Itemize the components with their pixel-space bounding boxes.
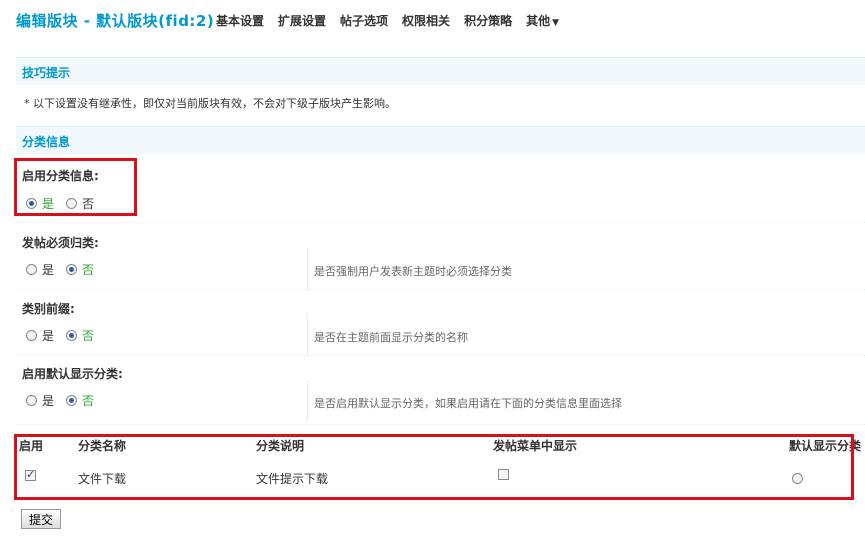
nav-other-menu[interactable]: 其他 ▼ — [526, 12, 559, 29]
table-header-show-in-menu: 发帖菜单中显示 — [493, 439, 578, 453]
nav-basic-settings[interactable]: 基本设置 — [216, 12, 264, 29]
nav-other-label: 其他 — [526, 14, 551, 28]
radio-label-no: 否 — [82, 197, 95, 211]
table-header-name: 分类名称 — [78, 439, 127, 453]
header: 编辑版块 - 默认版块(fid:2) 基本设置 扩展设置 帖子选项 权限相关 积… — [0, 0, 865, 40]
default-category-radio[interactable] — [792, 473, 803, 484]
setting-label-enable-category: 启用分类信息: — [22, 169, 99, 183]
row-divider — [16, 355, 865, 356]
radio-default-category-no[interactable] — [66, 395, 78, 406]
radio-group-require-category: 是 否 — [26, 261, 106, 278]
category-enabled-checkbox[interactable] — [25, 468, 36, 481]
radio-category-prefix-no[interactable] — [66, 330, 78, 341]
show-in-menu-checkbox[interactable] — [498, 469, 509, 480]
table-header-enabled: 启用 — [19, 439, 44, 453]
column-divider — [307, 249, 308, 289]
radio-group-default-category: 是 否 — [26, 392, 106, 409]
radio-group-category-prefix: 是 否 — [26, 327, 106, 344]
radio-enable-category-no[interactable] — [66, 198, 78, 209]
category-description-cell: 文件提示下载 — [256, 472, 329, 486]
row-divider — [16, 222, 865, 223]
tips-heading: 技巧提示 — [22, 66, 71, 80]
column-divider — [307, 315, 308, 355]
radio-category-prefix-yes[interactable] — [26, 330, 37, 341]
setting-desc-require-category: 是否强制用户发表新主题时必须选择分类 — [314, 265, 512, 278]
column-divider — [307, 381, 308, 421]
radio-require-category-yes[interactable] — [26, 264, 37, 275]
row-divider — [16, 424, 865, 425]
radio-enable-category-yes[interactable] — [26, 198, 37, 209]
category-name-cell: 文件下载 — [78, 472, 127, 486]
category-info-section-header: 分类信息 — [16, 126, 865, 154]
setting-desc-category-prefix: 是否在主题前面显示分类的名称 — [314, 331, 468, 344]
radio-label-no: 否 — [82, 329, 95, 343]
top-nav: 基本设置 扩展设置 帖子选项 权限相关 积分策略 其他 ▼ — [216, 12, 573, 29]
radio-label-no: 否 — [82, 394, 95, 408]
setting-label-category-prefix: 类别前缀: — [22, 302, 75, 316]
radio-default-category-yes[interactable] — [26, 395, 37, 406]
radio-label-no: 否 — [82, 263, 95, 277]
radio-require-category-no[interactable] — [66, 264, 78, 275]
radio-label-yes: 是 — [42, 329, 55, 343]
radio-label-yes: 是 — [42, 263, 55, 277]
caret-down-icon: ▼ — [552, 18, 560, 28]
table-header-default: 默认显示分类 — [789, 439, 862, 453]
radio-group-enable-category: 是 否 — [26, 195, 106, 212]
radio-label-yes: 是 — [42, 197, 55, 211]
nav-post-options[interactable]: 帖子选项 — [340, 12, 388, 29]
submit-button[interactable]: 提交 — [21, 509, 62, 529]
category-info-heading: 分类信息 — [22, 135, 71, 149]
table-header-description: 分类说明 — [256, 439, 305, 453]
highlight-box-category-table — [14, 434, 854, 500]
nav-credit-policy[interactable]: 积分策略 — [464, 12, 512, 29]
radio-label-yes: 是 — [42, 394, 55, 408]
nav-extended-settings[interactable]: 扩展设置 — [278, 12, 326, 29]
nav-permissions[interactable]: 权限相关 — [402, 12, 450, 29]
setting-label-default-category: 启用默认显示分类: — [22, 367, 123, 381]
tip-text: * 以下设置没有继承性，即仅对当前版块有效，不会对下级子版块产生影响。 — [24, 97, 396, 110]
row-divider — [16, 289, 865, 290]
setting-label-require-category: 发帖必须归类: — [22, 236, 99, 250]
setting-desc-default-category: 是否启用默认显示分类，如果启用请在下面的分类信息里面选择 — [314, 397, 622, 410]
page-title: 编辑版块 - 默认版块(fid:2) — [16, 12, 215, 30]
tips-section-header: 技巧提示 — [16, 57, 865, 85]
